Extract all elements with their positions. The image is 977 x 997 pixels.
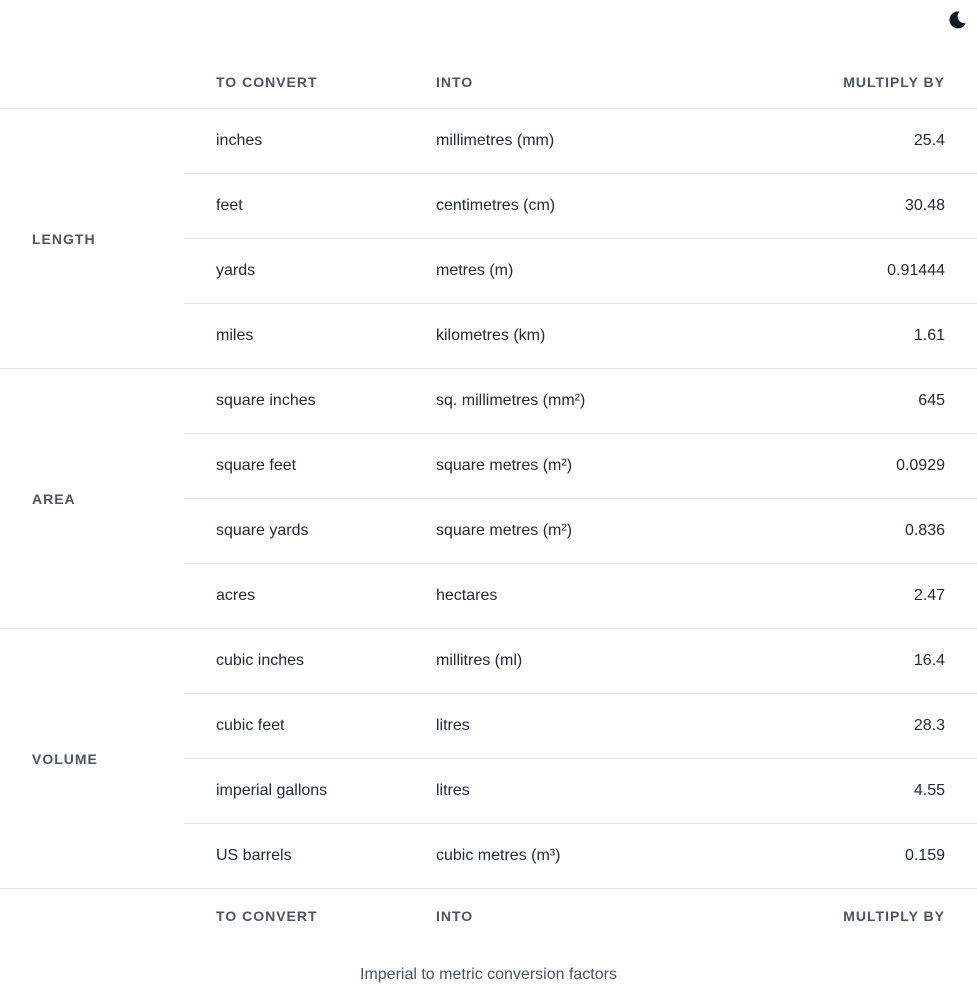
header-into: INTO [436, 73, 474, 90]
from-unit-cell: yards [184, 238, 436, 304]
header-to-convert: TO CONVERT [216, 73, 318, 90]
into-unit-cell: square metres (m²) [436, 498, 776, 564]
table-row: AREA square inches sq. millimetres (mm²) 64… [0, 368, 977, 629]
from-unit-cell: feet [184, 173, 436, 239]
table-body: LENGTH inches millimetres (mm) 25.4 feet cent… [0, 108, 977, 889]
moon-icon [949, 11, 966, 29]
table-row: LENGTH inches millimetres (mm) 25.4 [0, 108, 977, 369]
into-unit-cell: square metres (m²) [436, 433, 776, 499]
footer-multiply-by: MULTIPLY BY [843, 907, 945, 924]
footer-category [0, 889, 184, 943]
multiply-factor-cell: 25.4 [776, 108, 977, 174]
from-unit-cell: imperial gallons [184, 758, 436, 824]
into-unit-cell: kilometres (km) [436, 303, 776, 369]
multiply-factor-cell: 0.159 [776, 823, 977, 889]
into-unit-cell: centimetres (cm) [436, 173, 776, 239]
multiply-factor-cell: 0.91444 [776, 238, 977, 304]
from-unit-cell: US barrels [184, 823, 436, 889]
into-unit-cell: litres [436, 758, 776, 824]
category-label: VOLUME [0, 628, 184, 889]
from-unit-cell: inches [184, 108, 436, 174]
multiply-factor-cell: 645 [776, 368, 977, 434]
conversion-table: TO CONVERT INTO MULTIPLY BY LENGTH inches… [0, 55, 977, 942]
from-unit-cell: acres [184, 563, 436, 629]
table-header: TO CONVERT INTO MULTIPLY BY [0, 55, 977, 109]
multiply-factor-cell: 0.836 [776, 498, 977, 564]
from-unit-cell: cubic feet [184, 693, 436, 759]
into-unit-cell: hectares [436, 563, 776, 629]
multiply-factor-cell: 0.0929 [776, 433, 977, 499]
theme-toggle-button[interactable] [944, 7, 970, 33]
into-unit-cell: sq. millimetres (mm²) [436, 368, 776, 434]
from-unit-cell: square inches [184, 368, 436, 434]
from-unit-cell: cubic inches [184, 628, 436, 694]
multiply-factor-cell: 2.47 [776, 563, 977, 629]
table-row: VOLUME cubic inches millitres (ml) 16.4 [0, 628, 977, 889]
from-unit-cell: square feet [184, 433, 436, 499]
multiply-factor-cell: 28.3 [776, 693, 977, 759]
from-unit-cell: miles [184, 303, 436, 369]
multiply-factor-cell: 30.48 [776, 173, 977, 239]
header-multiply-by: MULTIPLY BY [843, 73, 945, 90]
table-footer: TO CONVERT INTO MULTIPLY BY [0, 889, 977, 943]
category-label: AREA [0, 368, 184, 629]
multiply-factor-cell: 1.61 [776, 303, 977, 369]
into-unit-cell: millitres (ml) [436, 628, 776, 694]
into-unit-cell: litres [436, 693, 776, 759]
into-unit-cell: metres (m) [436, 238, 776, 304]
multiply-factor-cell: 4.55 [776, 758, 977, 824]
from-unit-cell: square yards [184, 498, 436, 564]
footer-into: INTO [436, 907, 474, 924]
into-unit-cell: millimetres (mm) [436, 108, 776, 174]
category-label: LENGTH [0, 108, 184, 369]
into-unit-cell: cubic metres (m³) [436, 823, 776, 889]
multiply-factor-cell: 16.4 [776, 628, 977, 694]
footer-to-convert: TO CONVERT [216, 907, 318, 924]
header-category [0, 55, 184, 109]
table-caption: Imperial to metric conversion factors [360, 966, 617, 983]
